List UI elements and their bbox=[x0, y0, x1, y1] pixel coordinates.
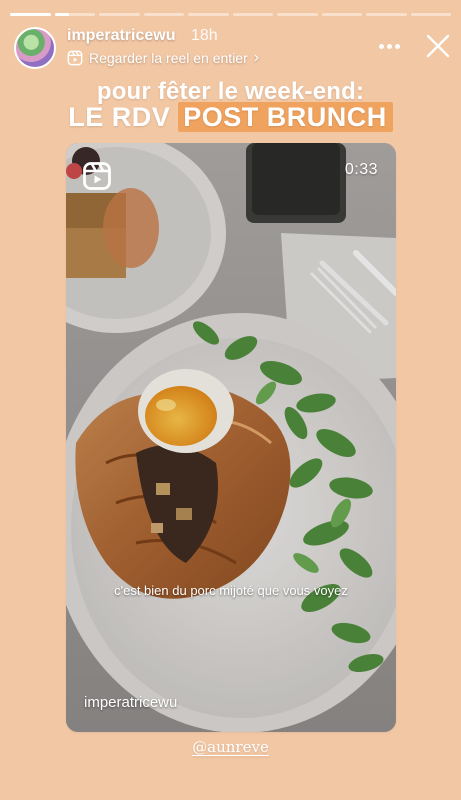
progress-segment bbox=[277, 13, 318, 16]
reel-link-label: Regarder la reel en entier bbox=[89, 50, 248, 66]
timestamp: 18h bbox=[191, 27, 218, 44]
progress-segment bbox=[366, 13, 407, 16]
progress-segment-fill bbox=[10, 13, 51, 16]
reel-duration: 0:33 bbox=[344, 161, 378, 178]
reel-caption: c'est bien du porc mijoté que vous voyez bbox=[114, 583, 348, 598]
progress-segment bbox=[188, 13, 229, 16]
progress-segment bbox=[10, 13, 51, 16]
story-progress-bar bbox=[10, 13, 451, 16]
progress-segment bbox=[54, 13, 95, 16]
progress-segment bbox=[232, 13, 273, 16]
progress-segment-fill bbox=[54, 13, 69, 16]
reels-icon bbox=[83, 162, 111, 190]
reel-preview-card[interactable]: 0:33 c'est bien du porc mijoté que vous … bbox=[66, 143, 396, 732]
headline-highlight-text: POST BRUNCH bbox=[178, 102, 393, 132]
close-icon[interactable] bbox=[425, 33, 451, 59]
username[interactable]: imperatricewu bbox=[67, 27, 175, 45]
progress-segment bbox=[410, 13, 451, 16]
watch-full-reel-link[interactable]: Regarder la reel en entier › bbox=[67, 49, 259, 67]
avatar[interactable] bbox=[14, 27, 56, 69]
progress-segment bbox=[143, 13, 184, 16]
more-dots-icon[interactable] bbox=[379, 36, 403, 49]
chevron-right-icon: › bbox=[253, 49, 260, 66]
headline-line-2: LE RDV POST BRUNCH bbox=[0, 102, 461, 133]
mention-label: @aunreve bbox=[192, 738, 269, 756]
mention-link[interactable]: @aunreve bbox=[0, 738, 461, 756]
progress-segment bbox=[99, 13, 140, 16]
story-screen[interactable]: imperatricewu 18h Regarder la reel en en… bbox=[0, 0, 461, 800]
food-photo bbox=[66, 143, 396, 732]
reel-watermark: imperatricewu bbox=[84, 694, 178, 711]
progress-segment bbox=[321, 13, 362, 16]
reels-icon bbox=[67, 50, 83, 66]
headline-plain-text: LE RDV bbox=[68, 102, 171, 132]
